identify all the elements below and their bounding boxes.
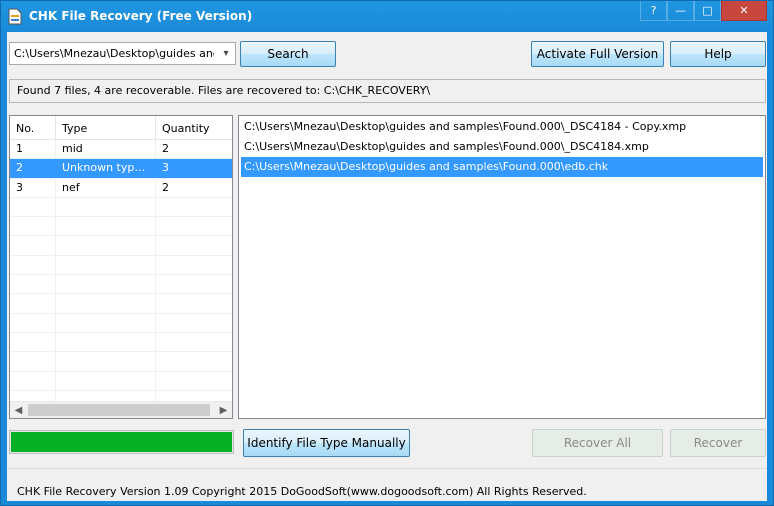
footer-bar: CHK File Recovery Version 1.09 Copyright… — [7, 468, 767, 501]
empty-table-row — [10, 217, 232, 237]
scrollbar-thumb[interactable] — [28, 404, 210, 416]
empty-table-row — [10, 313, 232, 333]
empty-cell — [156, 372, 232, 391]
maximize-button[interactable]: □ — [694, 1, 721, 21]
cell-type: mid — [56, 140, 156, 159]
client-area: C:\Users\Mnezau\Desktop\guides and sampl… — [7, 32, 767, 501]
cell-no: 2 — [10, 159, 56, 179]
cell-type: nef — [56, 178, 156, 198]
title-bar[interactable]: CHK File Recovery (Free Version) ? — □ ✕ — [1, 1, 773, 32]
empty-cell — [10, 294, 56, 314]
activate-full-version-button[interactable]: Activate Full Version — [531, 41, 664, 67]
search-button[interactable]: Search — [240, 41, 336, 67]
app-window: CHK File Recovery (Free Version) ? — □ ✕… — [0, 0, 774, 506]
minimize-button[interactable]: — — [667, 1, 694, 21]
chk-file-icon — [8, 8, 22, 25]
chevron-down-icon[interactable]: ▾ — [219, 46, 233, 61]
chevron-right-icon[interactable]: ▶ — [215, 402, 232, 418]
column-header-quantity[interactable]: Quantity — [156, 116, 232, 140]
help-button[interactable]: Help — [670, 41, 766, 67]
empty-cell — [156, 236, 232, 255]
progress-fill — [11, 432, 232, 452]
close-icon: ✕ — [739, 4, 749, 17]
window-title: CHK File Recovery (Free Version) — [29, 9, 253, 23]
cell-type: Unknown type ... — [56, 159, 156, 179]
table-row[interactable]: 3 nef 2 — [10, 178, 232, 198]
empty-table-row — [10, 332, 232, 353]
empty-cell — [156, 198, 232, 217]
empty-cell — [56, 313, 156, 333]
empty-cell — [156, 294, 232, 313]
empty-cell — [56, 352, 156, 372]
list-item[interactable]: C:\Users\Mnezau\Desktop\guides and sampl… — [241, 157, 763, 177]
empty-cell — [56, 236, 156, 256]
empty-cell — [156, 217, 232, 236]
minimize-icon: — — [675, 4, 686, 17]
status-text: Found 7 files, 4 are recoverable. Files … — [9, 79, 766, 103]
file-types-table[interactable]: No. Type Quantity 1 mid 2 2 Unknown type ...… — [9, 115, 233, 419]
empty-cell — [10, 352, 56, 372]
empty-cell — [56, 255, 156, 275]
empty-table-row — [10, 255, 232, 276]
copyright-text: CHK File Recovery Version 1.09 Copyright… — [17, 485, 587, 498]
empty-cell — [56, 371, 156, 391]
empty-cell — [56, 197, 156, 217]
cell-no: 1 — [10, 140, 56, 159]
empty-cell — [10, 313, 56, 333]
column-header-no[interactable]: No. — [10, 116, 56, 140]
empty-cell — [10, 236, 56, 256]
recoverable-files-list[interactable]: C:\Users\Mnezau\Desktop\guides and sampl… — [238, 115, 766, 419]
path-value: C:\Users\Mnezau\Desktop\guides and sampl… — [14, 47, 214, 60]
empty-cell — [56, 294, 156, 314]
cell-quantity: 2 — [162, 142, 169, 155]
recover-all-button[interactable]: Recover All — [532, 429, 663, 457]
empty-cell — [156, 333, 232, 352]
empty-table-row — [10, 197, 232, 218]
cell-quantity: 3 — [162, 161, 169, 175]
cell-no: 3 — [10, 178, 56, 198]
empty-cell — [56, 217, 156, 237]
empty-table-row — [10, 236, 232, 256]
empty-table-row — [10, 371, 232, 391]
empty-cell — [156, 275, 232, 294]
chevron-left-icon[interactable]: ◀ — [10, 402, 27, 418]
progress-bar — [9, 430, 234, 454]
help-caption-button[interactable]: ? — [640, 1, 667, 21]
close-button[interactable]: ✕ — [721, 1, 767, 21]
list-item[interactable]: C:\Users\Mnezau\Desktop\guides and sampl… — [241, 117, 763, 137]
recover-button[interactable]: Recover — [670, 429, 766, 457]
table-header: No. Type Quantity — [10, 116, 232, 140]
empty-cell — [10, 197, 56, 217]
table-row[interactable]: 1 mid 2 — [10, 140, 232, 160]
empty-cell — [10, 275, 56, 295]
table-row[interactable]: 2 Unknown type ... 3 — [10, 159, 232, 179]
cell-quantity: 2 — [162, 180, 169, 194]
empty-cell — [156, 256, 232, 275]
column-header-type[interactable]: Type — [56, 116, 156, 140]
empty-cell — [56, 275, 156, 295]
empty-cell — [10, 371, 56, 391]
empty-cell — [10, 332, 56, 352]
empty-table-row — [10, 275, 232, 295]
question-icon: ? — [650, 4, 657, 17]
identify-file-type-button[interactable]: Identify File Type Manually — [243, 429, 410, 457]
empty-cell — [10, 217, 56, 237]
path-combobox[interactable]: C:\Users\Mnezau\Desktop\guides and sampl… — [9, 42, 236, 65]
empty-cell — [156, 314, 232, 333]
horizontal-scrollbar[interactable]: ◀ ▶ — [10, 401, 232, 418]
empty-table-row — [10, 294, 232, 314]
empty-cell — [56, 332, 156, 352]
caption-buttons: ? — □ ✕ — [640, 1, 767, 21]
empty-cell — [10, 255, 56, 275]
empty-cell — [156, 352, 232, 371]
table-body: 1 mid 2 2 Unknown type ... 3 3 nef 2 — [10, 140, 232, 411]
maximize-icon: □ — [702, 4, 713, 17]
empty-table-row — [10, 352, 232, 372]
list-item[interactable]: C:\Users\Mnezau\Desktop\guides and sampl… — [241, 137, 763, 157]
